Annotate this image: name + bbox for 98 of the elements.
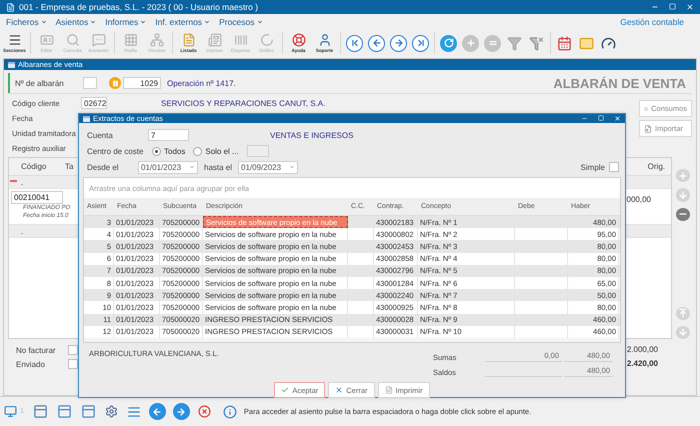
window-layout-icon[interactable] xyxy=(56,404,72,419)
pause-icon xyxy=(112,80,118,86)
caret-icon xyxy=(256,19,262,25)
caret-icon xyxy=(140,19,146,25)
radio-button[interactable] xyxy=(193,146,202,156)
first-record-icon[interactable] xyxy=(346,34,363,52)
window-title: 001 - Empresa de pruebas, S.L. - 2023 ( 00 - Usuario maestro ) xyxy=(19,2,260,12)
filter-icon[interactable] xyxy=(507,36,522,50)
field-label: Desde el xyxy=(87,162,120,172)
column-header: Código xyxy=(20,162,48,171)
caret-icon xyxy=(189,164,195,170)
field-label: Cuenta xyxy=(87,130,114,140)
app-icon xyxy=(6,2,15,12)
date-field[interactable]: 01/09/2023 xyxy=(238,160,298,174)
document-icon xyxy=(384,386,393,394)
checkbox[interactable] xyxy=(68,345,78,355)
menu-icon xyxy=(8,33,22,47)
clear-filter-icon[interactable] xyxy=(529,36,544,50)
previous-icon[interactable] xyxy=(368,34,385,52)
number-field[interactable]: 1029 xyxy=(123,77,161,89)
table-cell-text: 000,00 xyxy=(626,194,652,206)
check-icon xyxy=(281,386,290,394)
stack-icon[interactable] xyxy=(126,404,141,418)
lifebuoy-icon xyxy=(292,33,306,47)
import-icon xyxy=(644,124,652,132)
caret-icon xyxy=(204,19,210,25)
total-value: 2.420,00 xyxy=(626,359,658,368)
pause-button[interactable] xyxy=(109,77,121,89)
caret-icon xyxy=(40,19,47,25)
minimize-icon[interactable] xyxy=(581,115,588,122)
column-header: Orig. xyxy=(646,162,666,171)
person-icon xyxy=(318,33,332,47)
close-window-icon[interactable] xyxy=(198,405,211,418)
network-icon xyxy=(150,33,164,47)
caret-icon xyxy=(289,164,296,170)
equal-icon[interactable] xyxy=(484,34,501,52)
date-field[interactable]: 01/01/2023 xyxy=(138,160,198,174)
cost-center-field[interactable] xyxy=(246,145,269,157)
module-label: Gestión contable xyxy=(620,17,684,27)
menu-item[interactable]: Ficheros xyxy=(6,17,47,27)
total-value: 2.000,00 xyxy=(626,345,658,354)
info-icon xyxy=(222,404,237,418)
refresh-icon[interactable] xyxy=(440,34,457,52)
next-icon[interactable] xyxy=(172,403,190,420)
ring-icon xyxy=(260,33,274,47)
radio-button[interactable] xyxy=(152,146,161,156)
settings-icon[interactable] xyxy=(104,405,118,418)
table-cell: . xyxy=(21,227,24,236)
account-field[interactable]: 7 xyxy=(148,129,189,141)
maximize-icon[interactable] xyxy=(598,115,604,121)
radio-label: Solo el ... xyxy=(205,146,239,156)
newspaper-icon xyxy=(208,33,222,47)
last-record-icon[interactable] xyxy=(412,34,429,52)
row-pointer-icon xyxy=(10,180,17,182)
table-cell: . xyxy=(21,178,24,187)
calendar-icon[interactable] xyxy=(557,36,572,50)
caret-icon xyxy=(90,19,96,25)
column-header: Ta xyxy=(64,162,74,171)
client-name: SERVICIOS Y REPARACIONES CANUT, S.A. xyxy=(161,98,326,108)
menu-item[interactable]: Informes xyxy=(105,17,146,27)
window-icon xyxy=(8,62,15,68)
close-icon[interactable] xyxy=(686,3,694,11)
speech-bubble-icon xyxy=(92,33,106,47)
menu-item[interactable]: Asientos xyxy=(56,17,96,27)
monitor-icon xyxy=(4,405,17,418)
maximize-icon[interactable] xyxy=(669,3,676,10)
close-icon[interactable] xyxy=(614,115,621,122)
menu-item[interactable]: Inf. externos xyxy=(155,17,210,27)
field-label: Centro de coste xyxy=(87,146,144,156)
list-icon xyxy=(644,104,648,112)
operation-label: Operación nº 1417. xyxy=(167,78,236,88)
window-layout-icon[interactable] xyxy=(80,404,96,419)
id-card-icon xyxy=(40,33,54,47)
checkbox-label: Simple xyxy=(580,162,605,172)
document-heading: ALBARÁN DE VENTA xyxy=(553,76,686,90)
barcode-icon xyxy=(234,33,248,47)
menu-item[interactable]: Procesos xyxy=(219,17,262,27)
window-icon xyxy=(83,116,90,122)
checkbox-label: No facturar xyxy=(16,346,56,354)
search-icon xyxy=(66,33,80,47)
checkbox[interactable] xyxy=(609,162,619,172)
client-code-field[interactable]: 02672 xyxy=(81,97,107,109)
gauge-icon[interactable] xyxy=(601,36,616,50)
grid-icon xyxy=(124,33,138,47)
series-field[interactable] xyxy=(83,77,97,89)
field-label: hasta el xyxy=(204,162,232,172)
field-label: Nº de albarán xyxy=(15,78,65,88)
checkbox[interactable] xyxy=(68,359,78,369)
window-layout-icon[interactable] xyxy=(32,404,48,419)
account-name: VENTAS E INGRESOS xyxy=(270,130,354,140)
next-icon[interactable] xyxy=(390,34,407,52)
close-icon xyxy=(335,386,344,394)
table-cell: 00210041 xyxy=(11,191,63,204)
add-icon[interactable] xyxy=(462,34,479,52)
document-icon xyxy=(182,33,196,47)
previous-icon[interactable] xyxy=(148,403,166,420)
checkbox-label: Enviado xyxy=(16,360,45,368)
radio-label: Todos xyxy=(164,146,186,156)
